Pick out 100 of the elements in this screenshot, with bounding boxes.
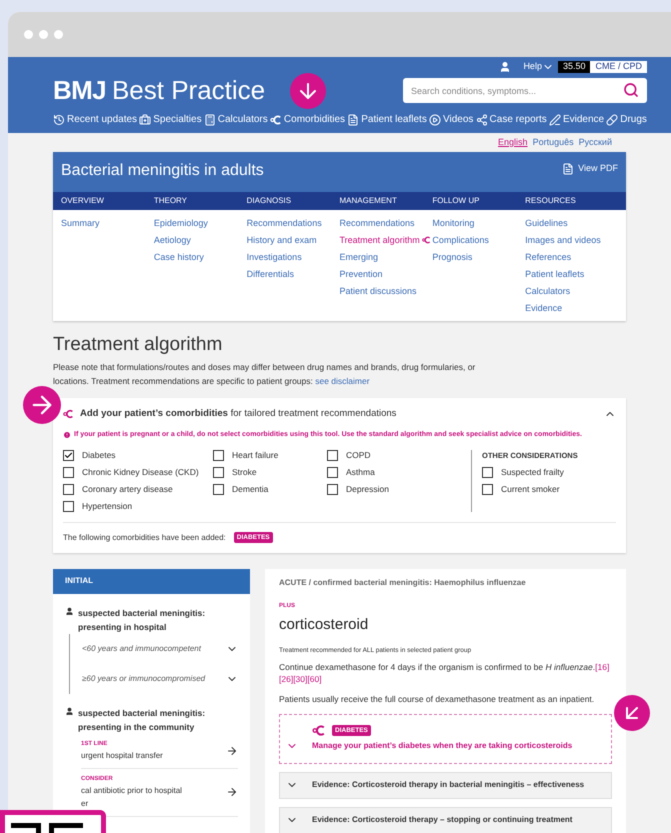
topic-link[interactable]: Recommendations xyxy=(340,217,432,229)
cme-cpd-link[interactable]: CME / CPD xyxy=(590,61,647,73)
section-heading: FOLLOW UP xyxy=(432,195,480,207)
checkbox-label: Suspected frailty xyxy=(501,466,564,478)
topic-link[interactable]: Epidemiology xyxy=(154,217,247,229)
checkbox[interactable] xyxy=(63,484,74,494)
language-link[interactable]: Português xyxy=(532,136,574,150)
topic-link[interactable]: Prevention xyxy=(340,268,432,280)
topic-link[interactable]: Evidence xyxy=(525,302,618,314)
topic-link[interactable]: Aetiology xyxy=(154,234,247,246)
nodes-icon xyxy=(476,114,488,126)
checkbox[interactable] xyxy=(213,484,224,494)
evidence-accordion[interactable]: Evidence: Corticosteroid therapy in bacterial meningitis – effectiveness xyxy=(279,772,612,798)
checkbox[interactable] xyxy=(213,450,224,460)
nav-link[interactable]: Videos xyxy=(428,112,474,127)
comorbidities-toggle[interactable]: Add your patient’s comorbidities for tailored treatment recommendations xyxy=(63,398,616,430)
person-icon xyxy=(65,606,74,616)
checkbox[interactable] xyxy=(482,484,493,494)
document-icon xyxy=(562,162,574,175)
calculator-icon xyxy=(204,114,216,126)
topic-link[interactable]: Guidelines xyxy=(525,217,618,229)
breadcrumb: ACUTE / confirmed bacterial meningitis: Haemophilus influenzae xyxy=(279,576,527,588)
panel-header: INITIAL xyxy=(53,568,250,594)
evidence-accordion[interactable]: Evidence: Corticosteroid therapy – stopping or continuing treatment xyxy=(279,806,612,833)
section-heading: MANAGEMENT xyxy=(340,195,398,207)
comorbidity-advice-text: Manage your patient’s diabetes when they are taking corticosteroids xyxy=(312,740,572,752)
checkbox-label: Coronary artery disease xyxy=(82,484,173,494)
checkbox-label: Stroke xyxy=(232,466,257,478)
section-heading: OVERVIEW xyxy=(61,195,105,207)
topic-link[interactable]: Patient leaflets xyxy=(525,268,618,280)
pen-icon xyxy=(548,114,561,126)
nav-link[interactable]: Patient leaflets xyxy=(347,112,427,127)
nav-link[interactable]: Evidence xyxy=(548,112,604,127)
help-link[interactable]: Help xyxy=(523,60,554,74)
clock-icon xyxy=(53,114,65,126)
comorbidity-icon xyxy=(312,725,326,736)
reference-link[interactable]: [60] xyxy=(307,674,322,684)
topic-link[interactable]: Treatment algorithm xyxy=(340,234,432,246)
checkbox-label: Dementia xyxy=(232,484,268,494)
site-logo[interactable]: BMJ Best Practice xyxy=(53,77,266,103)
nav-link[interactable]: Comorbidities xyxy=(270,112,346,127)
language-link[interactable]: English xyxy=(498,136,528,150)
topic-link[interactable]: Summary xyxy=(61,217,154,229)
nav-link[interactable]: Recent updates xyxy=(53,112,138,127)
checkbox-label: Heart failure xyxy=(232,450,278,460)
checkbox[interactable] xyxy=(63,500,74,512)
topic-link[interactable]: Prognosis xyxy=(432,251,526,263)
view-pdf-link[interactable]: View PDF xyxy=(562,162,618,176)
checkbox-label: Asthma xyxy=(346,466,375,478)
checkbox-label: Current smoker xyxy=(501,484,560,494)
topic-link[interactable]: Differentials xyxy=(246,268,340,280)
checkbox[interactable] xyxy=(482,466,493,478)
nav-link[interactable]: Calculators xyxy=(204,112,268,127)
search-field[interactable]: Search conditions, symptoms... xyxy=(403,78,647,103)
disclaimer-link[interactable]: see disclaimer xyxy=(315,376,370,386)
topic-link[interactable]: Emerging xyxy=(340,251,432,263)
section-heading: THEORY xyxy=(154,195,188,207)
comorbidities-heading: Add your patient’s comorbidities for tailored treatment recommendations xyxy=(80,406,396,421)
pill-icon xyxy=(606,114,618,126)
topic-link[interactable]: History and exam xyxy=(246,234,340,246)
topic-link[interactable]: Recommendations xyxy=(246,217,340,229)
search-icon[interactable] xyxy=(623,82,639,98)
checkbox[interactable] xyxy=(213,466,224,478)
group-title: suspected bacterial meningitis: presenting in hospital xyxy=(78,606,206,634)
checkbox[interactable] xyxy=(327,484,338,494)
alert-icon xyxy=(63,431,71,440)
checkbox[interactable] xyxy=(63,450,74,460)
reference-link[interactable]: [26] xyxy=(279,674,294,684)
comorbidity-icon xyxy=(422,236,431,244)
checkbox[interactable] xyxy=(327,450,338,460)
arrow-right-icon xyxy=(226,786,238,798)
reference-link[interactable]: [30] xyxy=(293,674,308,684)
checkbox[interactable] xyxy=(327,466,338,478)
group-title: suspected bacterial meningitis: presenting in the community xyxy=(78,706,206,734)
checkbox-label: COPD xyxy=(346,450,371,460)
topic-link[interactable]: References xyxy=(525,251,618,263)
topic-link[interactable]: Patient discussions xyxy=(340,285,432,297)
arrow-right-icon xyxy=(226,744,238,756)
topic-link[interactable]: Complications xyxy=(432,234,526,246)
subgroup-item[interactable]: ≥60 years or immunocompromised xyxy=(69,664,238,694)
checkbox-label: Depression xyxy=(346,484,389,494)
topic-link[interactable]: Monitoring xyxy=(432,217,526,229)
nav-link[interactable]: Drugs xyxy=(606,112,647,127)
checkbox[interactable] xyxy=(63,466,74,478)
language-link[interactable]: Русский xyxy=(578,136,612,150)
subgroup-item[interactable]: <60 years and immunocompetent xyxy=(69,634,238,664)
topic-link[interactable]: Calculators xyxy=(525,285,618,297)
treatment-paragraph: Patients usually receive the full course of dexamethasone treatment as an inpatient. xyxy=(279,692,596,706)
checkbox-label: Chronic Kidney Disease (CKD) xyxy=(82,466,199,478)
play-icon xyxy=(428,114,441,126)
treatment-title: corticosteroid xyxy=(279,614,370,634)
topic-link[interactable]: Case history xyxy=(154,251,247,263)
comorbidity-icon xyxy=(270,114,282,126)
topic-link[interactable]: Images and videos xyxy=(525,234,618,246)
reference-link[interactable]: [16] xyxy=(595,662,610,672)
nav-link[interactable]: Case reports xyxy=(476,112,547,127)
topic-link[interactable]: Investigations xyxy=(246,251,340,263)
page-heading: Treatment algorithm xyxy=(53,333,224,357)
nav-link[interactable]: Specialties xyxy=(139,112,202,127)
disclaimer-text: Please note that formulations/routes and doses may differ between drug names and brands, drug formularies, or locations. Treatment recommendations are specific to patient groups: see disclaimer xyxy=(53,361,476,388)
